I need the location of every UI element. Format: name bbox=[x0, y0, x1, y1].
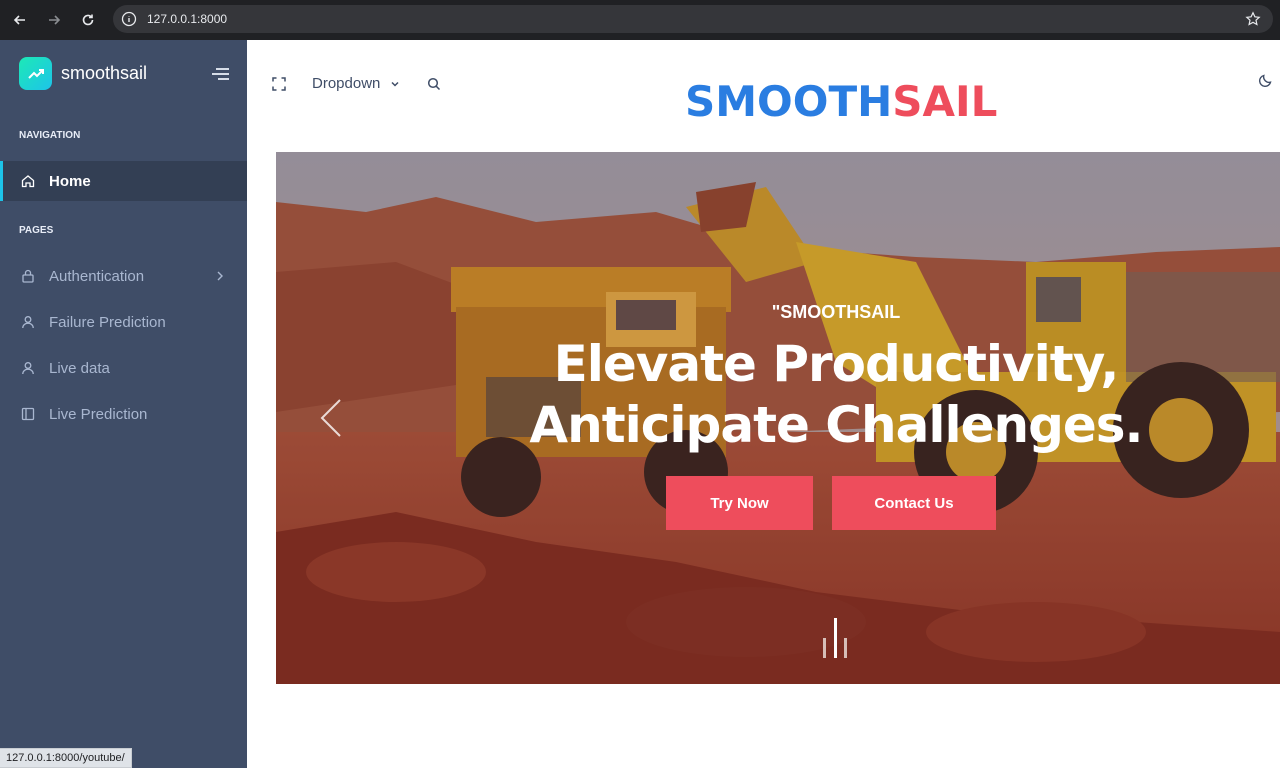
dropdown-button[interactable]: Dropdown bbox=[312, 75, 400, 92]
url-text[interactable]: 127.0.0.1:8000 bbox=[147, 12, 227, 26]
hero-slider: "SMOOTHSAIL Elevate Productivity, Antici… bbox=[276, 152, 1280, 684]
reload-icon[interactable] bbox=[78, 10, 98, 30]
hero-title: Elevate Productivity, Anticipate Challen… bbox=[529, 335, 1143, 454]
contact-us-button[interactable]: Contact Us bbox=[832, 476, 996, 530]
brand[interactable]: smoothsail bbox=[19, 57, 147, 90]
address-bar[interactable]: 127.0.0.1:8000 bbox=[113, 5, 1273, 33]
try-now-button[interactable]: Try Now bbox=[666, 476, 813, 530]
sidebar-layout-icon bbox=[20, 406, 36, 422]
sidebar: smoothsail NAVIGATION Home PAGES Authent… bbox=[0, 40, 247, 768]
back-icon[interactable] bbox=[10, 10, 30, 30]
sidebar-item-label: Failure Prediction bbox=[49, 313, 166, 331]
lock-icon bbox=[20, 268, 36, 284]
search-icon[interactable] bbox=[427, 77, 441, 91]
moon-icon[interactable] bbox=[1258, 73, 1273, 88]
brand-name: smoothsail bbox=[61, 63, 148, 83]
chevron-down-icon bbox=[391, 81, 399, 87]
chevron-left-icon[interactable] bbox=[318, 398, 344, 438]
sidebar-item-live-prediction[interactable]: Live Prediction bbox=[0, 394, 247, 434]
sidebar-item-authentication[interactable]: Authentication bbox=[0, 256, 247, 296]
home-icon bbox=[20, 173, 36, 189]
bookmark-star-icon[interactable] bbox=[1245, 11, 1261, 27]
forward-icon[interactable] bbox=[44, 10, 64, 30]
logo-part-smooth: SMOOTH bbox=[685, 77, 893, 126]
main-header: Dropdown SMOOTHSAIL bbox=[247, 40, 1280, 152]
info-icon[interactable] bbox=[121, 11, 137, 27]
sidebar-item-live-data[interactable]: Live data bbox=[0, 348, 247, 388]
menu-toggle-icon[interactable] bbox=[212, 67, 230, 81]
sidebar-item-label: Live Prediction bbox=[49, 405, 148, 423]
logo-part-sail: SAIL bbox=[892, 77, 998, 126]
site-logo[interactable]: SMOOTHSAIL bbox=[685, 76, 997, 128]
fullscreen-icon[interactable] bbox=[272, 77, 286, 91]
sidebar-item-home[interactable]: Home bbox=[0, 161, 247, 201]
sidebar-item-label: Authentication bbox=[49, 267, 145, 285]
user-icon bbox=[20, 314, 36, 330]
sidebar-item-label: Live data bbox=[49, 359, 110, 377]
chevron-right-icon bbox=[217, 271, 223, 281]
pages-caption: PAGES bbox=[19, 225, 54, 236]
hero-kicker: "SMOOTHSAIL bbox=[771, 302, 901, 322]
sidebar-item-label: Home bbox=[49, 172, 91, 190]
status-url-tooltip: 127.0.0.1:8000/youtube/ bbox=[0, 748, 132, 768]
browser-toolbar: 127.0.0.1:8000 bbox=[0, 0, 1280, 40]
user-icon bbox=[20, 360, 36, 376]
sidebar-item-failure-prediction[interactable]: Failure Prediction bbox=[0, 302, 247, 342]
video-play-icon[interactable] bbox=[821, 616, 851, 662]
navigation-caption: NAVIGATION bbox=[19, 130, 81, 141]
dropdown-label: Dropdown bbox=[312, 75, 381, 92]
trending-up-icon bbox=[19, 57, 52, 90]
